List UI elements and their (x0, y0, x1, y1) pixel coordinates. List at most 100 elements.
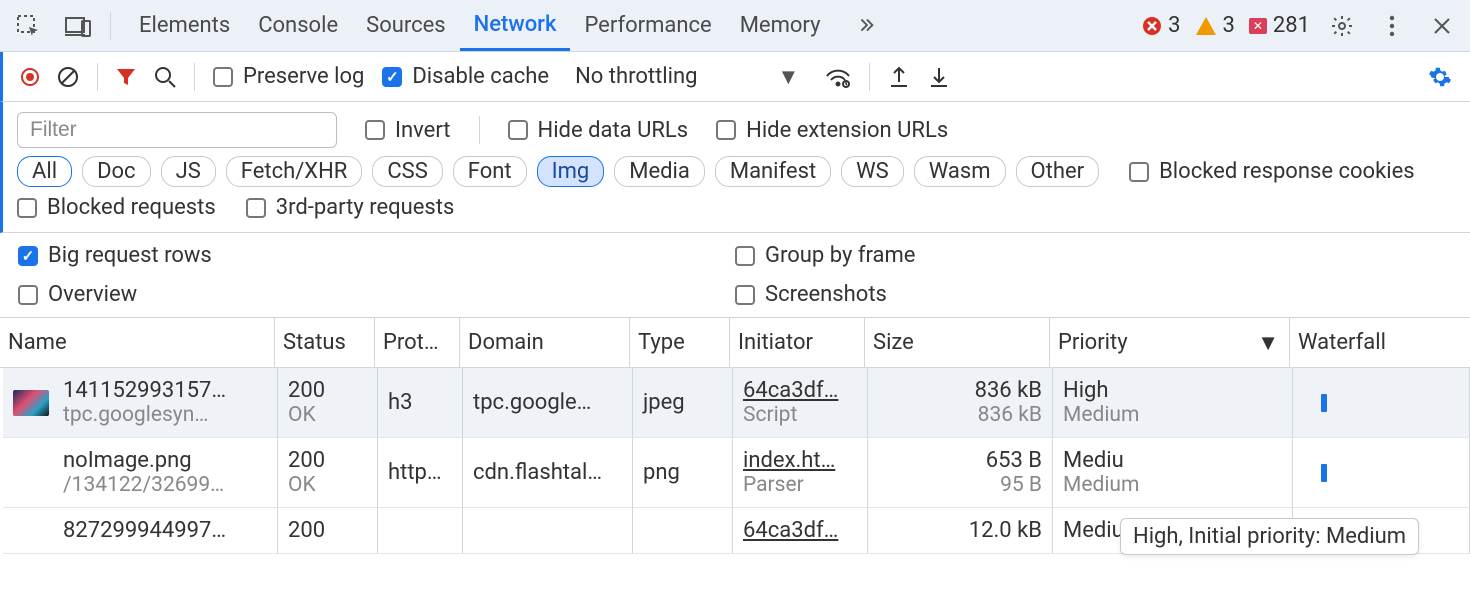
status-code: 200 (288, 518, 367, 543)
col-type[interactable]: Type (630, 318, 730, 367)
error-count[interactable]: 3 (1142, 13, 1180, 38)
domain: cdn.flashtal… (473, 460, 622, 485)
col-priority[interactable]: Priority ▼ (1050, 318, 1290, 367)
type-pill-js[interactable]: JS (161, 156, 216, 187)
view-options: Big request rows Overview Group by frame… (0, 233, 1470, 318)
disable-cache-checkbox[interactable]: Disable cache (382, 64, 549, 89)
checkbox-icon (716, 120, 736, 140)
checkbox-icon (735, 246, 755, 266)
checkbox-icon (1129, 162, 1149, 182)
checkbox-icon (213, 67, 233, 87)
table-row[interactable]: 141152993157…tpc.googlesyn…200OKh3tpc.go… (3, 368, 1470, 438)
network-settings-icon[interactable] (1428, 65, 1452, 89)
size: 12.0 kB (969, 518, 1042, 543)
tab-sources[interactable]: Sources (352, 0, 460, 51)
throttling-value: No throttling (575, 64, 697, 89)
more-tabs-icon[interactable] (848, 8, 884, 44)
initiator-link[interactable]: 64ca3df… (743, 518, 857, 543)
status-text: OK (288, 473, 367, 497)
tab-memory[interactable]: Memory (726, 0, 835, 51)
filter-icon[interactable] (116, 67, 136, 87)
blocked-cookies-checkbox[interactable]: Blocked response cookies (1129, 159, 1415, 184)
close-devtools-icon[interactable] (1424, 8, 1460, 44)
checkbox-icon (735, 285, 755, 305)
type: png (643, 460, 722, 485)
type-pill-other[interactable]: Other (1016, 156, 1100, 187)
type-pill-fetch-xhr[interactable]: Fetch/XHR (226, 156, 363, 187)
device-toggle-icon[interactable] (60, 8, 96, 44)
request-name-sub: tpc.googlesyn… (63, 403, 267, 427)
search-icon[interactable] (154, 66, 176, 88)
status-text: OK (288, 403, 367, 427)
col-name[interactable]: Name (0, 318, 275, 367)
issue-count[interactable]: ✕ 281 (1249, 13, 1310, 38)
col-size[interactable]: Size (865, 318, 1050, 367)
blocked-requests-checkbox[interactable]: Blocked requests (17, 195, 216, 220)
type-pill-css[interactable]: CSS (372, 156, 442, 187)
size: 653 B (986, 448, 1042, 473)
waterfall-cell (1293, 368, 1470, 438)
type-pill-ws[interactable]: WS (841, 156, 904, 187)
tab-elements[interactable]: Elements (125, 0, 244, 51)
throttling-dropdown[interactable]: No throttling ▼ (567, 64, 807, 90)
third-party-checkbox[interactable]: 3rd-party requests (246, 195, 455, 220)
waterfall-cell (1293, 438, 1470, 508)
divider (194, 63, 195, 91)
big-request-rows-checkbox[interactable]: Big request rows (18, 243, 735, 268)
status-counters: 3 3 ✕ 281 (1142, 13, 1310, 38)
invert-checkbox[interactable]: Invert (365, 118, 451, 143)
tab-network[interactable]: Network (460, 0, 571, 51)
third-party-label: 3rd-party requests (276, 195, 455, 220)
type-pill-img[interactable]: Img (537, 156, 605, 187)
col-status[interactable]: Status (275, 318, 375, 367)
checkbox-icon (246, 198, 266, 218)
col-initiator[interactable]: Initiator (730, 318, 865, 367)
type: jpeg (643, 390, 722, 415)
checkbox-icon (17, 198, 37, 218)
request-name-sub: /134122/32699… (63, 473, 267, 497)
preserve-log-checkbox[interactable]: Preserve log (213, 64, 364, 89)
export-har-icon[interactable] (888, 66, 910, 88)
divider (110, 12, 111, 40)
col-domain[interactable]: Domain (460, 318, 630, 367)
col-waterfall[interactable]: Waterfall (1290, 318, 1470, 367)
warning-count[interactable]: 3 (1195, 13, 1235, 38)
priority: Mediu (1063, 448, 1282, 473)
col-protocol[interactable]: Prot… (375, 318, 460, 367)
checkbox-icon (508, 120, 528, 140)
priority: High (1063, 378, 1282, 403)
hide-extension-urls-checkbox[interactable]: Hide extension URLs (716, 118, 948, 143)
status-code: 200 (288, 448, 367, 473)
disable-cache-label: Disable cache (412, 64, 549, 89)
initiator-link[interactable]: 64ca3df… (743, 378, 857, 403)
group-by-frame-checkbox[interactable]: Group by frame (735, 243, 1452, 268)
checkbox-icon (18, 285, 38, 305)
initiator-link[interactable]: index.ht… (743, 448, 857, 473)
kebab-menu-icon[interactable] (1374, 8, 1410, 44)
priority-tooltip: High, Initial priority: Medium (1120, 518, 1419, 555)
clear-icon[interactable] (57, 66, 79, 88)
screenshots-checkbox[interactable]: Screenshots (735, 282, 1452, 307)
type-pill-media[interactable]: Media (614, 156, 705, 187)
type-pill-manifest[interactable]: Manifest (715, 156, 831, 187)
inspect-icon[interactable] (10, 8, 46, 44)
record-button[interactable] (21, 68, 39, 86)
hide-data-urls-checkbox[interactable]: Hide data URLs (508, 118, 689, 143)
overview-checkbox[interactable]: Overview (18, 282, 735, 307)
divider (479, 116, 480, 144)
table-row[interactable]: noImage.png/134122/32699…200OKhttp…cdn.f… (3, 438, 1470, 508)
request-thumb (13, 390, 49, 416)
filter-input[interactable] (17, 112, 337, 148)
type-pill-all[interactable]: All (17, 156, 72, 187)
type-pill-doc[interactable]: Doc (82, 156, 151, 187)
network-conditions-icon[interactable] (825, 66, 851, 88)
settings-gear-icon[interactable] (1324, 8, 1360, 44)
filter-section: Invert Hide data URLs Hide extension URL… (0, 102, 1470, 233)
import-har-icon[interactable] (928, 66, 950, 88)
tab-console[interactable]: Console (244, 0, 352, 51)
type-pill-font[interactable]: Font (453, 156, 527, 187)
type-pill-wasm[interactable]: Wasm (914, 156, 1006, 187)
issue-badge-icon: ✕ (1249, 18, 1267, 34)
protocol: h3 (388, 390, 452, 415)
tab-performance[interactable]: Performance (570, 0, 725, 51)
